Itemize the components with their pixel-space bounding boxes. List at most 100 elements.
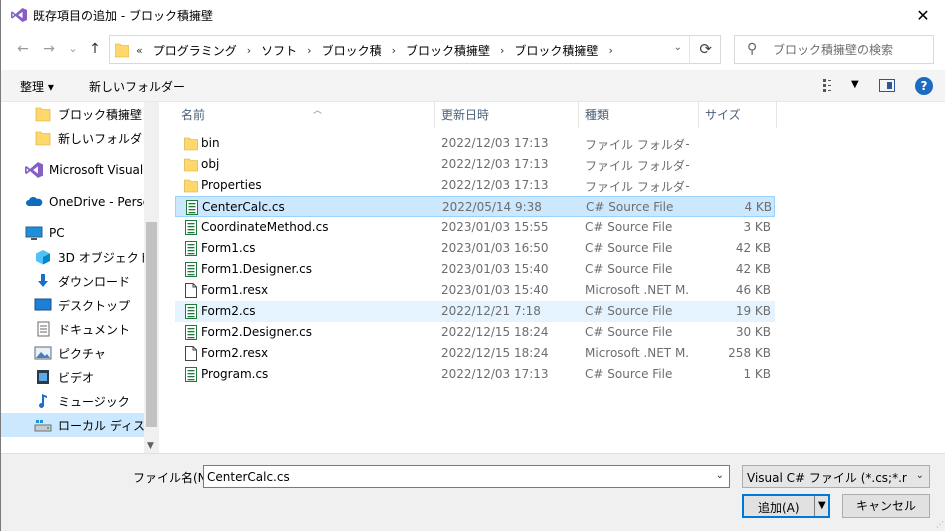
breadcrumb-item[interactable]: プログラミング	[153, 42, 237, 59]
download-icon	[38, 274, 48, 287]
breadcrumb-item[interactable]: ソフト	[261, 42, 297, 59]
file-row[interactable]: Program.cs 2022/12/03 17:13 C# Source File…	[175, 364, 775, 385]
file-row[interactable]: Properties 2022/12/03 17:13 ファイル フォルダー	[175, 175, 775, 196]
file-size: 4 KB	[744, 200, 772, 214]
forward-button[interactable]: →	[41, 40, 57, 58]
file-row[interactable]: CenterCalc.cs 2022/05/14 9:38 C# Source Fi…	[175, 196, 775, 217]
file-row[interactable]: bin 2022/12/03 17:13 ファイル フォルダー	[175, 133, 775, 154]
scroll-down-arrow-icon[interactable]: ▼	[147, 441, 154, 451]
nav-item-label: ブロック積擁壁	[58, 107, 143, 122]
file-type: C# Source File	[586, 200, 674, 214]
file-size: 46 KB	[735, 283, 771, 297]
file-type-filter-label: Visual C# ファイル (*.cs;*.resx;*.re	[747, 471, 907, 485]
nav-item-local-disk[interactable]: ローカル ディスク (C	[1, 413, 146, 437]
file-row[interactable]: Form2.Designer.cs 2022/12/15 18:24 C# Sour…	[175, 322, 775, 343]
folder-icon	[184, 158, 198, 172]
nav-item-desktop[interactable]: デスクトップ	[1, 293, 146, 317]
breadcrumb-item[interactable]: ブロック積擁壁	[514, 42, 598, 59]
file-name: Form2.resx	[201, 346, 269, 360]
chevron-right-icon[interactable]: ›	[247, 44, 251, 57]
up-button[interactable]: ↑	[87, 40, 103, 58]
column-header-size[interactable]: サイズ	[699, 102, 777, 128]
close-button[interactable]: ✕	[900, 0, 945, 30]
nav-item-folder[interactable]: ブロック積擁壁	[1, 102, 146, 126]
file-row[interactable]: Form1.Designer.cs 2023/01/03 15:40 C# Sour…	[175, 259, 775, 280]
new-folder-button[interactable]: 新しいフォルダー	[89, 78, 185, 95]
back-button[interactable]: ←	[15, 40, 31, 58]
chevron-down-icon[interactable]: ▼	[851, 79, 859, 90]
file-date-modified: 2022/12/03 17:13	[441, 367, 549, 381]
chevron-down-icon[interactable]: ⌄	[916, 470, 924, 481]
file-type: C# Source File	[585, 325, 673, 339]
resx-file-icon	[185, 283, 197, 298]
help-icon[interactable]: ?	[915, 77, 933, 95]
nav-item-videos[interactable]: ビデオ	[1, 365, 146, 389]
chevron-right-icon[interactable]: ›	[608, 44, 612, 57]
file-date-modified: 2023/01/03 15:40	[441, 283, 549, 297]
nav-item-label: ミュージック	[58, 394, 130, 409]
add-button[interactable]: 追加(A) ▼	[742, 494, 830, 518]
file-type: Microsoft .NET M...	[585, 283, 689, 297]
view-options-icon[interactable]	[823, 79, 839, 92]
refresh-icon[interactable]: ⟳	[699, 40, 712, 58]
breadcrumb-overflow[interactable]: «	[136, 44, 143, 57]
nav-item-downloads[interactable]: ダウンロード	[1, 269, 146, 293]
file-name: bin	[201, 136, 220, 150]
chevron-right-icon[interactable]: ›	[307, 44, 311, 57]
column-header-label: 名前	[181, 108, 206, 122]
nav-item-pictures[interactable]: ピクチャ	[1, 341, 146, 365]
search-input[interactable]	[773, 41, 928, 59]
nav-item-label: ドキュメント	[58, 322, 131, 337]
organize-button[interactable]: 整理 ▾	[20, 78, 54, 95]
filename-combobox[interactable]: ⌄	[203, 465, 730, 488]
nav-item-label: ローカル ディスク (C	[58, 418, 146, 433]
filename-input[interactable]	[207, 468, 702, 485]
nav-item-documents[interactable]: ドキュメント	[1, 317, 146, 341]
file-row[interactable]: obj 2022/12/03 17:13 ファイル フォルダー	[175, 154, 775, 175]
file-name: CoordinateMethod.cs	[201, 220, 329, 234]
address-bar[interactable]: « プログラミング › ソフト › ブロック積 › ブロック積擁壁 › ブロック…	[109, 35, 721, 64]
file-name: Form1.resx	[201, 283, 269, 297]
column-header-label: 更新日時	[441, 108, 490, 122]
file-row[interactable]: Form1.resx 2023/01/03 15:40 Microsoft .NET…	[175, 280, 775, 301]
up-arrow-icon: ↑	[89, 41, 101, 57]
nav-scrollbar[interactable]: ▼	[144, 102, 159, 453]
file-row[interactable]: Form2.cs 2022/12/21 7:18 C# Source File 19 …	[175, 301, 775, 322]
recent-locations-button[interactable]: ⌄	[65, 40, 81, 58]
file-row[interactable]: Form1.cs 2023/01/03 16:50 C# Source File 42…	[175, 238, 775, 259]
address-row: ← → ⌄ ↑ « プログラミング › ソフト › ブロック積 › ブロック積擁…	[1, 32, 945, 66]
column-header-date[interactable]: 更新日時	[435, 102, 579, 128]
chevron-right-icon[interactable]: ›	[500, 44, 504, 57]
resize-grip-icon[interactable]: ⋰	[936, 520, 944, 529]
nav-item-3d-objects[interactable]: 3D オブジェクト	[1, 245, 146, 269]
nav-item-label: ピクチャ	[58, 346, 106, 361]
nav-item-folder[interactable]: 新しいフォルダ	[1, 126, 146, 150]
file-type-filter[interactable]: Visual C# ファイル (*.cs;*.resx;*.re ⌄	[742, 465, 930, 488]
dialog-footer: ファイル名(N): ⌄ Visual C# ファイル (*.cs;*.resx;…	[1, 453, 945, 531]
file-name: Form2.cs	[201, 304, 256, 318]
preview-pane-icon[interactable]	[879, 79, 895, 92]
add-options-dropdown-icon[interactable]: ▼	[818, 500, 826, 511]
nav-item-music[interactable]: ミュージック	[1, 389, 146, 413]
address-dropdown-icon[interactable]: ⌄	[674, 42, 682, 53]
csharp-file-icon	[185, 367, 197, 382]
divider	[814, 496, 815, 516]
file-name: Properties	[201, 178, 262, 192]
nav-item-pc[interactable]: PC	[1, 221, 146, 245]
breadcrumb-item[interactable]: ブロック積	[322, 42, 382, 59]
chevron-down-icon[interactable]: ⌄	[716, 470, 724, 481]
nav-item-label: 3D オブジェクト	[58, 250, 146, 265]
breadcrumb-item[interactable]: ブロック積擁壁	[406, 42, 490, 59]
nav-item-onedrive[interactable]: OneDrive - Person	[1, 190, 146, 214]
column-header-name[interactable]: 名前 ︿	[175, 102, 435, 128]
file-row[interactable]: CoordinateMethod.cs 2023/01/03 15:55 C# So…	[175, 217, 775, 238]
forward-arrow-icon: →	[43, 41, 55, 57]
nav-item-visual-studio[interactable]: Microsoft Visual S	[1, 158, 146, 182]
search-box[interactable]: ⚲	[734, 35, 934, 64]
chevron-right-icon[interactable]: ›	[392, 44, 396, 57]
file-row[interactable]: Form2.resx 2022/12/15 18:24 Microsoft .NET…	[175, 343, 775, 364]
cancel-button[interactable]: キャンセル	[842, 494, 930, 518]
column-header-type[interactable]: 種類	[579, 102, 699, 128]
scrollbar-thumb[interactable]	[146, 222, 157, 427]
add-existing-item-dialog: 既存項目の追加 - ブロック積擁壁 ✕ ← → ⌄ ↑ « プログラミング › …	[0, 0, 945, 531]
